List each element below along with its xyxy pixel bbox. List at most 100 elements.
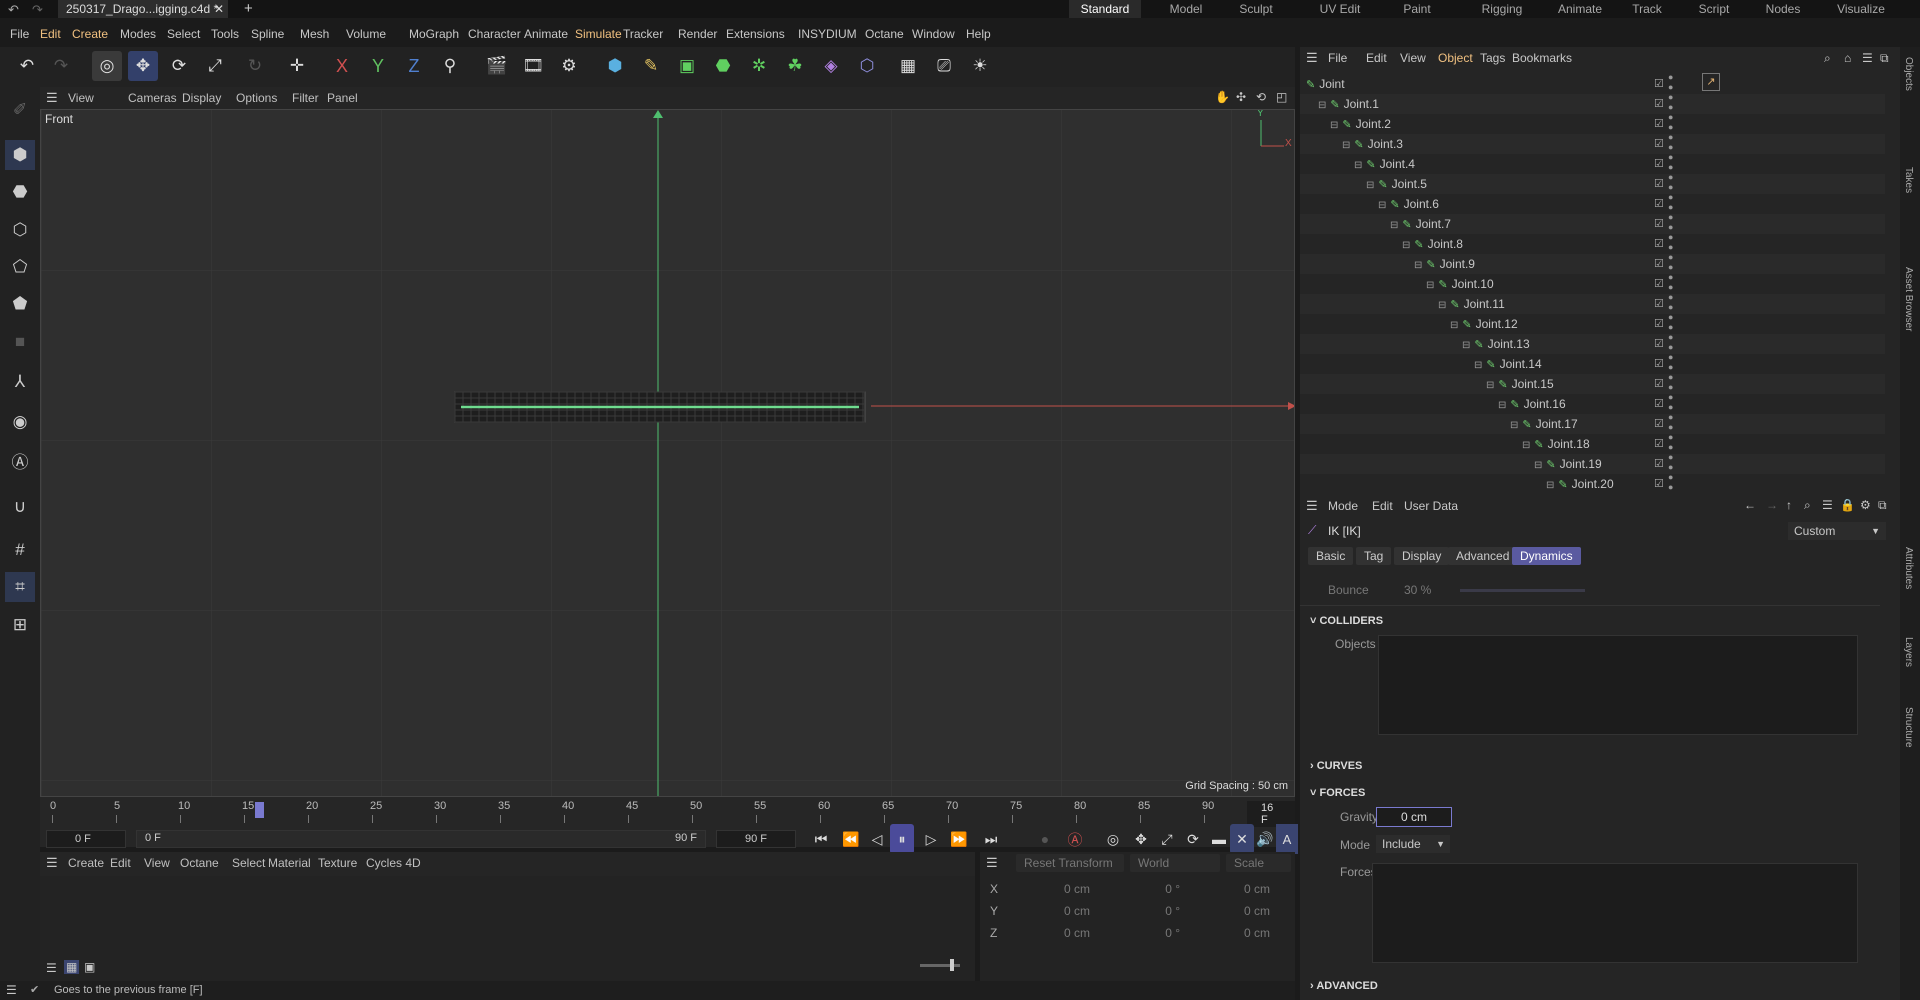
side-tab-layers[interactable]: Layers bbox=[1903, 637, 1914, 667]
zoom-slider-handle[interactable] bbox=[950, 959, 954, 971]
status-menu-icon[interactable]: ☰ bbox=[6, 983, 17, 997]
object-row[interactable]: ⊟ ✎ Joint.18 ☑ ● ● bbox=[1300, 432, 1885, 454]
fold-toggle-icon[interactable]: ⊟ bbox=[1414, 260, 1422, 271]
side-tab-takes[interactable]: Takes bbox=[1903, 167, 1914, 193]
light-icon[interactable]: ☀ bbox=[965, 51, 995, 81]
transform-tool-icon[interactable]: ✛ bbox=[282, 51, 312, 81]
fold-toggle-icon[interactable]: ⊟ bbox=[1510, 420, 1518, 431]
edges-mode-icon[interactable]: ⬠ bbox=[5, 252, 35, 282]
floor-icon[interactable]: ▦ bbox=[893, 51, 923, 81]
layout-tab-uv-edit[interactable]: UV Edit bbox=[1300, 0, 1380, 18]
layout-tab-nodes[interactable]: Nodes bbox=[1753, 0, 1813, 18]
subdivision-icon[interactable]: ▣ bbox=[672, 51, 702, 81]
mograph-icon[interactable]: ☘ bbox=[780, 51, 810, 81]
menu-volume[interactable]: Volume bbox=[346, 27, 386, 41]
side-tab-asset-browser[interactable]: Asset Browser bbox=[1903, 267, 1914, 331]
visibility-check-icon[interactable]: ☑ bbox=[1654, 274, 1664, 294]
visibility-check-icon[interactable]: ☑ bbox=[1654, 154, 1664, 174]
filter-icon[interactable]: ☰ bbox=[1862, 51, 1873, 65]
object-row[interactable]: ✎ Joint ☑ ● ● bbox=[1300, 74, 1885, 94]
reset-transform-button[interactable]: Reset Transform bbox=[1016, 854, 1124, 872]
rotate-view-icon[interactable]: ⟲ bbox=[1256, 90, 1266, 104]
render-settings-icon[interactable]: ⚙ bbox=[554, 51, 584, 81]
visibility-check-icon[interactable]: ☑ bbox=[1654, 194, 1664, 214]
scale-tool-icon[interactable]: ⤢ bbox=[200, 51, 230, 81]
viewport-menu-cameras[interactable]: Cameras bbox=[128, 91, 177, 105]
coord-position-y[interactable]: 0 cm bbox=[1010, 904, 1090, 918]
viewport-menu-icon[interactable]: ☰ bbox=[46, 90, 58, 106]
menu-extensions[interactable]: Extensions bbox=[726, 27, 785, 41]
visibility-check-icon[interactable]: ☑ bbox=[1654, 174, 1664, 194]
solo-mode-icon[interactable]: Ⓐ bbox=[5, 445, 35, 475]
object-menu-object[interactable]: Object bbox=[1438, 51, 1473, 65]
fold-toggle-icon[interactable]: ⊟ bbox=[1390, 220, 1398, 231]
deformer-icon[interactable]: ◈ bbox=[816, 51, 846, 81]
menu-insydium[interactable]: INSYDIUM bbox=[798, 27, 857, 41]
viewport-menu-options[interactable]: Options bbox=[236, 91, 277, 105]
front-viewport[interactable]: Front Y X Grid Spacing : 50 cm bbox=[40, 109, 1295, 797]
object-list[interactable]: ✎ Joint ☑ ● ● ⊟ ✎ Joint.1 ☑ ● ● ⊟ ✎ Joint.2 ☑ ● ● ⊟ ✎ Joint… bbox=[1300, 74, 1890, 494]
move-tool-icon[interactable]: ✥ bbox=[128, 51, 158, 81]
redo-history-icon[interactable]: ↷ bbox=[32, 2, 43, 18]
fold-toggle-icon[interactable]: ⊟ bbox=[1498, 400, 1506, 411]
object-menu-file[interactable]: File bbox=[1328, 51, 1347, 65]
live-selection-icon[interactable]: ◎ bbox=[92, 51, 122, 81]
tweak-mode-icon[interactable]: ◉ bbox=[5, 407, 35, 437]
render-dots-icon[interactable]: ● ● bbox=[1668, 272, 1673, 292]
object-row[interactable]: ⊟ ✎ Joint.4 ☑ ● ● bbox=[1300, 152, 1885, 174]
render-dots-icon[interactable]: ● ● bbox=[1668, 252, 1673, 272]
menu-mograph[interactable]: MoGraph bbox=[409, 27, 459, 41]
end-frame-field[interactable]: 90 F bbox=[716, 830, 796, 848]
object-row[interactable]: ⊟ ✎ Joint.6 ☑ ● ● bbox=[1300, 192, 1885, 214]
visibility-check-icon[interactable]: ☑ bbox=[1654, 434, 1664, 454]
object-row[interactable]: ⊟ ✎ Joint.14 ☑ ● ● bbox=[1300, 352, 1885, 374]
attr-tab-display[interactable]: Display bbox=[1394, 547, 1450, 565]
layout-tab-script[interactable]: Script bbox=[1684, 0, 1744, 18]
advanced-section-header[interactable]: › ADVANCED bbox=[1310, 980, 1378, 992]
autokey-icon[interactable]: Ⓐ bbox=[1060, 824, 1090, 854]
menu-animate[interactable]: Animate bbox=[524, 27, 568, 41]
layout-tab-track[interactable]: Track bbox=[1617, 0, 1677, 18]
object-row[interactable]: ⊟ ✎ Joint.12 ☑ ● ● bbox=[1300, 312, 1885, 334]
render-dots-icon[interactable]: ● ● bbox=[1668, 452, 1673, 472]
lock-icon[interactable]: 🔒 bbox=[1840, 498, 1855, 512]
render-dots-icon[interactable]: ● ● bbox=[1668, 372, 1673, 392]
menu-simulate[interactable]: Simulate bbox=[575, 27, 622, 41]
menu-modes[interactable]: Modes bbox=[120, 27, 156, 41]
field-icon[interactable]: ⬡ bbox=[852, 51, 882, 81]
up-arrow-icon[interactable]: ↑ bbox=[1786, 498, 1792, 512]
material-manager[interactable]: ☰ ▦ ▣ bbox=[40, 876, 975, 981]
menu-select[interactable]: Select bbox=[167, 27, 200, 41]
render-dots-icon[interactable]: ● ● bbox=[1668, 212, 1673, 232]
render-picture-viewer-icon[interactable]: 🎞 bbox=[518, 51, 548, 81]
coord-rotation-x[interactable]: 0 ° bbox=[1100, 882, 1180, 896]
menu-tracker[interactable]: Tracker bbox=[623, 27, 663, 41]
object-row[interactable]: ⊟ ✎ Joint.15 ☑ ● ● bbox=[1300, 372, 1885, 394]
render-dots-icon[interactable]: ● ● bbox=[1668, 152, 1673, 172]
attr-tab-tag[interactable]: Tag bbox=[1356, 547, 1392, 565]
menu-octane[interactable]: Octane bbox=[865, 27, 904, 41]
visibility-check-icon[interactable]: ☑ bbox=[1654, 374, 1664, 394]
uv-mode-icon[interactable]: ■ bbox=[5, 327, 35, 357]
render-dots-icon[interactable]: ● ● bbox=[1668, 112, 1673, 132]
fold-toggle-icon[interactable]: ⊟ bbox=[1450, 320, 1458, 331]
new-window-icon[interactable]: ⧉ bbox=[1880, 51, 1889, 66]
object-menu-tags[interactable]: Tags bbox=[1480, 51, 1505, 65]
move-view-icon[interactable]: ✣ bbox=[1236, 90, 1246, 104]
object-row[interactable]: ⊟ ✎ Joint.7 ☑ ● ● bbox=[1300, 212, 1885, 234]
cube-object-icon[interactable]: ⬢ bbox=[600, 51, 630, 81]
menu-help[interactable]: Help bbox=[966, 27, 991, 41]
search-icon[interactable]: ⌕ bbox=[1824, 51, 1831, 66]
undo-icon[interactable]: ↶ bbox=[12, 51, 42, 81]
visibility-check-icon[interactable]: ☑ bbox=[1654, 214, 1664, 234]
brush-icon[interactable]: ✐ bbox=[5, 95, 35, 125]
ik-tag-icon[interactable]: ↗ bbox=[1702, 73, 1720, 91]
layout-tab-animate[interactable]: Animate bbox=[1545, 0, 1615, 18]
side-tab-attributes[interactable]: Attributes bbox=[1903, 547, 1914, 589]
fold-toggle-icon[interactable]: ⊟ bbox=[1426, 280, 1434, 291]
generator-icon[interactable]: ⬣ bbox=[708, 51, 738, 81]
coordinate-system-icon[interactable]: ⚲ bbox=[435, 51, 465, 81]
attr-menu-icon[interactable]: ☰ bbox=[1306, 498, 1318, 514]
grid-view-icon[interactable]: ▦ bbox=[64, 960, 80, 974]
object-row[interactable]: ⊟ ✎ Joint.13 ☑ ● ● bbox=[1300, 332, 1885, 354]
